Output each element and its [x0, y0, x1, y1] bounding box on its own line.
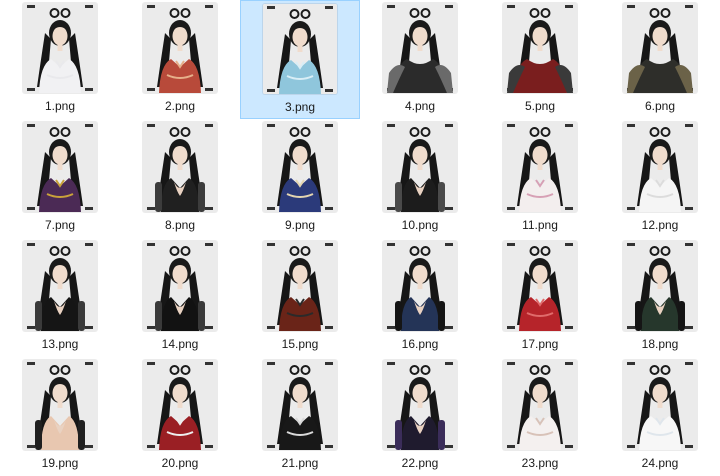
file-item[interactable]: 10.png	[360, 119, 480, 238]
file-thumbnail[interactable]	[383, 122, 457, 212]
file-name-label: 14.png	[161, 337, 199, 351]
file-item[interactable]: 16.png	[360, 238, 480, 357]
file-thumbnail[interactable]	[263, 4, 337, 94]
file-name-label: 16.png	[401, 337, 439, 351]
file-name-label: 19.png	[41, 456, 79, 470]
file-item[interactable]: 21.png	[240, 357, 360, 476]
file-item[interactable]: 9.png	[240, 119, 360, 238]
file-item[interactable]: 24.png	[600, 357, 720, 476]
file-name-label: 8.png	[164, 218, 196, 232]
file-item[interactable]: 3.png	[240, 0, 360, 119]
file-item[interactable]: 22.png	[360, 357, 480, 476]
file-grid: 1.png 2.png 3.png 4.png 5.png 6.png 7.pn…	[0, 0, 720, 476]
file-thumbnail[interactable]	[263, 360, 337, 450]
file-name-label: 18.png	[641, 337, 679, 351]
file-thumbnail[interactable]	[383, 241, 457, 331]
file-item[interactable]: 5.png	[480, 0, 600, 119]
file-item[interactable]: 14.png	[120, 238, 240, 357]
file-item[interactable]: 1.png	[0, 0, 120, 119]
file-name-label: 24.png	[641, 456, 679, 470]
file-thumbnail[interactable]	[503, 3, 577, 93]
file-name-label: 20.png	[161, 456, 199, 470]
file-thumbnail[interactable]	[623, 122, 697, 212]
file-item[interactable]: 20.png	[120, 357, 240, 476]
file-name-label: 5.png	[524, 99, 556, 113]
file-item[interactable]: 7.png	[0, 119, 120, 238]
file-name-label: 3.png	[284, 100, 316, 114]
file-name-label: 4.png	[404, 99, 436, 113]
file-name-label: 10.png	[401, 218, 439, 232]
file-item[interactable]: 2.png	[120, 0, 240, 119]
file-thumbnail[interactable]	[263, 122, 337, 212]
file-thumbnail[interactable]	[143, 3, 217, 93]
file-name-label: 9.png	[284, 218, 316, 232]
file-name-label: 22.png	[401, 456, 439, 470]
file-thumbnail[interactable]	[503, 241, 577, 331]
file-thumbnail[interactable]	[623, 241, 697, 331]
file-thumbnail[interactable]	[263, 241, 337, 331]
file-thumbnail[interactable]	[23, 360, 97, 450]
file-item[interactable]: 4.png	[360, 0, 480, 119]
file-thumbnail[interactable]	[23, 3, 97, 93]
file-thumbnail[interactable]	[383, 360, 457, 450]
file-item[interactable]: 12.png	[600, 119, 720, 238]
file-item[interactable]: 17.png	[480, 238, 600, 357]
file-item[interactable]: 8.png	[120, 119, 240, 238]
file-name-label: 2.png	[164, 99, 196, 113]
file-name-label: 12.png	[641, 218, 679, 232]
file-name-label: 17.png	[521, 337, 559, 351]
file-name-label: 11.png	[522, 218, 558, 232]
file-thumbnail[interactable]	[503, 122, 577, 212]
file-name-label: 23.png	[521, 456, 559, 470]
file-item[interactable]: 18.png	[600, 238, 720, 357]
file-name-label: 15.png	[281, 337, 319, 351]
file-thumbnail[interactable]	[23, 241, 97, 331]
file-name-label: 6.png	[644, 99, 676, 113]
file-item[interactable]: 11.png	[480, 119, 600, 238]
file-item[interactable]: 23.png	[480, 357, 600, 476]
file-thumbnail[interactable]	[143, 122, 217, 212]
file-item[interactable]: 19.png	[0, 357, 120, 476]
file-item[interactable]: 6.png	[600, 0, 720, 119]
file-name-label: 1.png	[44, 99, 76, 113]
file-thumbnail[interactable]	[503, 360, 577, 450]
file-name-label: 13.png	[41, 337, 79, 351]
file-thumbnail[interactable]	[143, 360, 217, 450]
file-item[interactable]: 13.png	[0, 238, 120, 357]
file-thumbnail[interactable]	[623, 3, 697, 93]
file-name-label: 21.png	[281, 456, 319, 470]
file-thumbnail[interactable]	[623, 360, 697, 450]
file-thumbnail[interactable]	[383, 3, 457, 93]
file-thumbnail[interactable]	[143, 241, 217, 331]
file-item[interactable]: 15.png	[240, 238, 360, 357]
file-name-label: 7.png	[44, 218, 76, 232]
file-thumbnail[interactable]	[23, 122, 97, 212]
